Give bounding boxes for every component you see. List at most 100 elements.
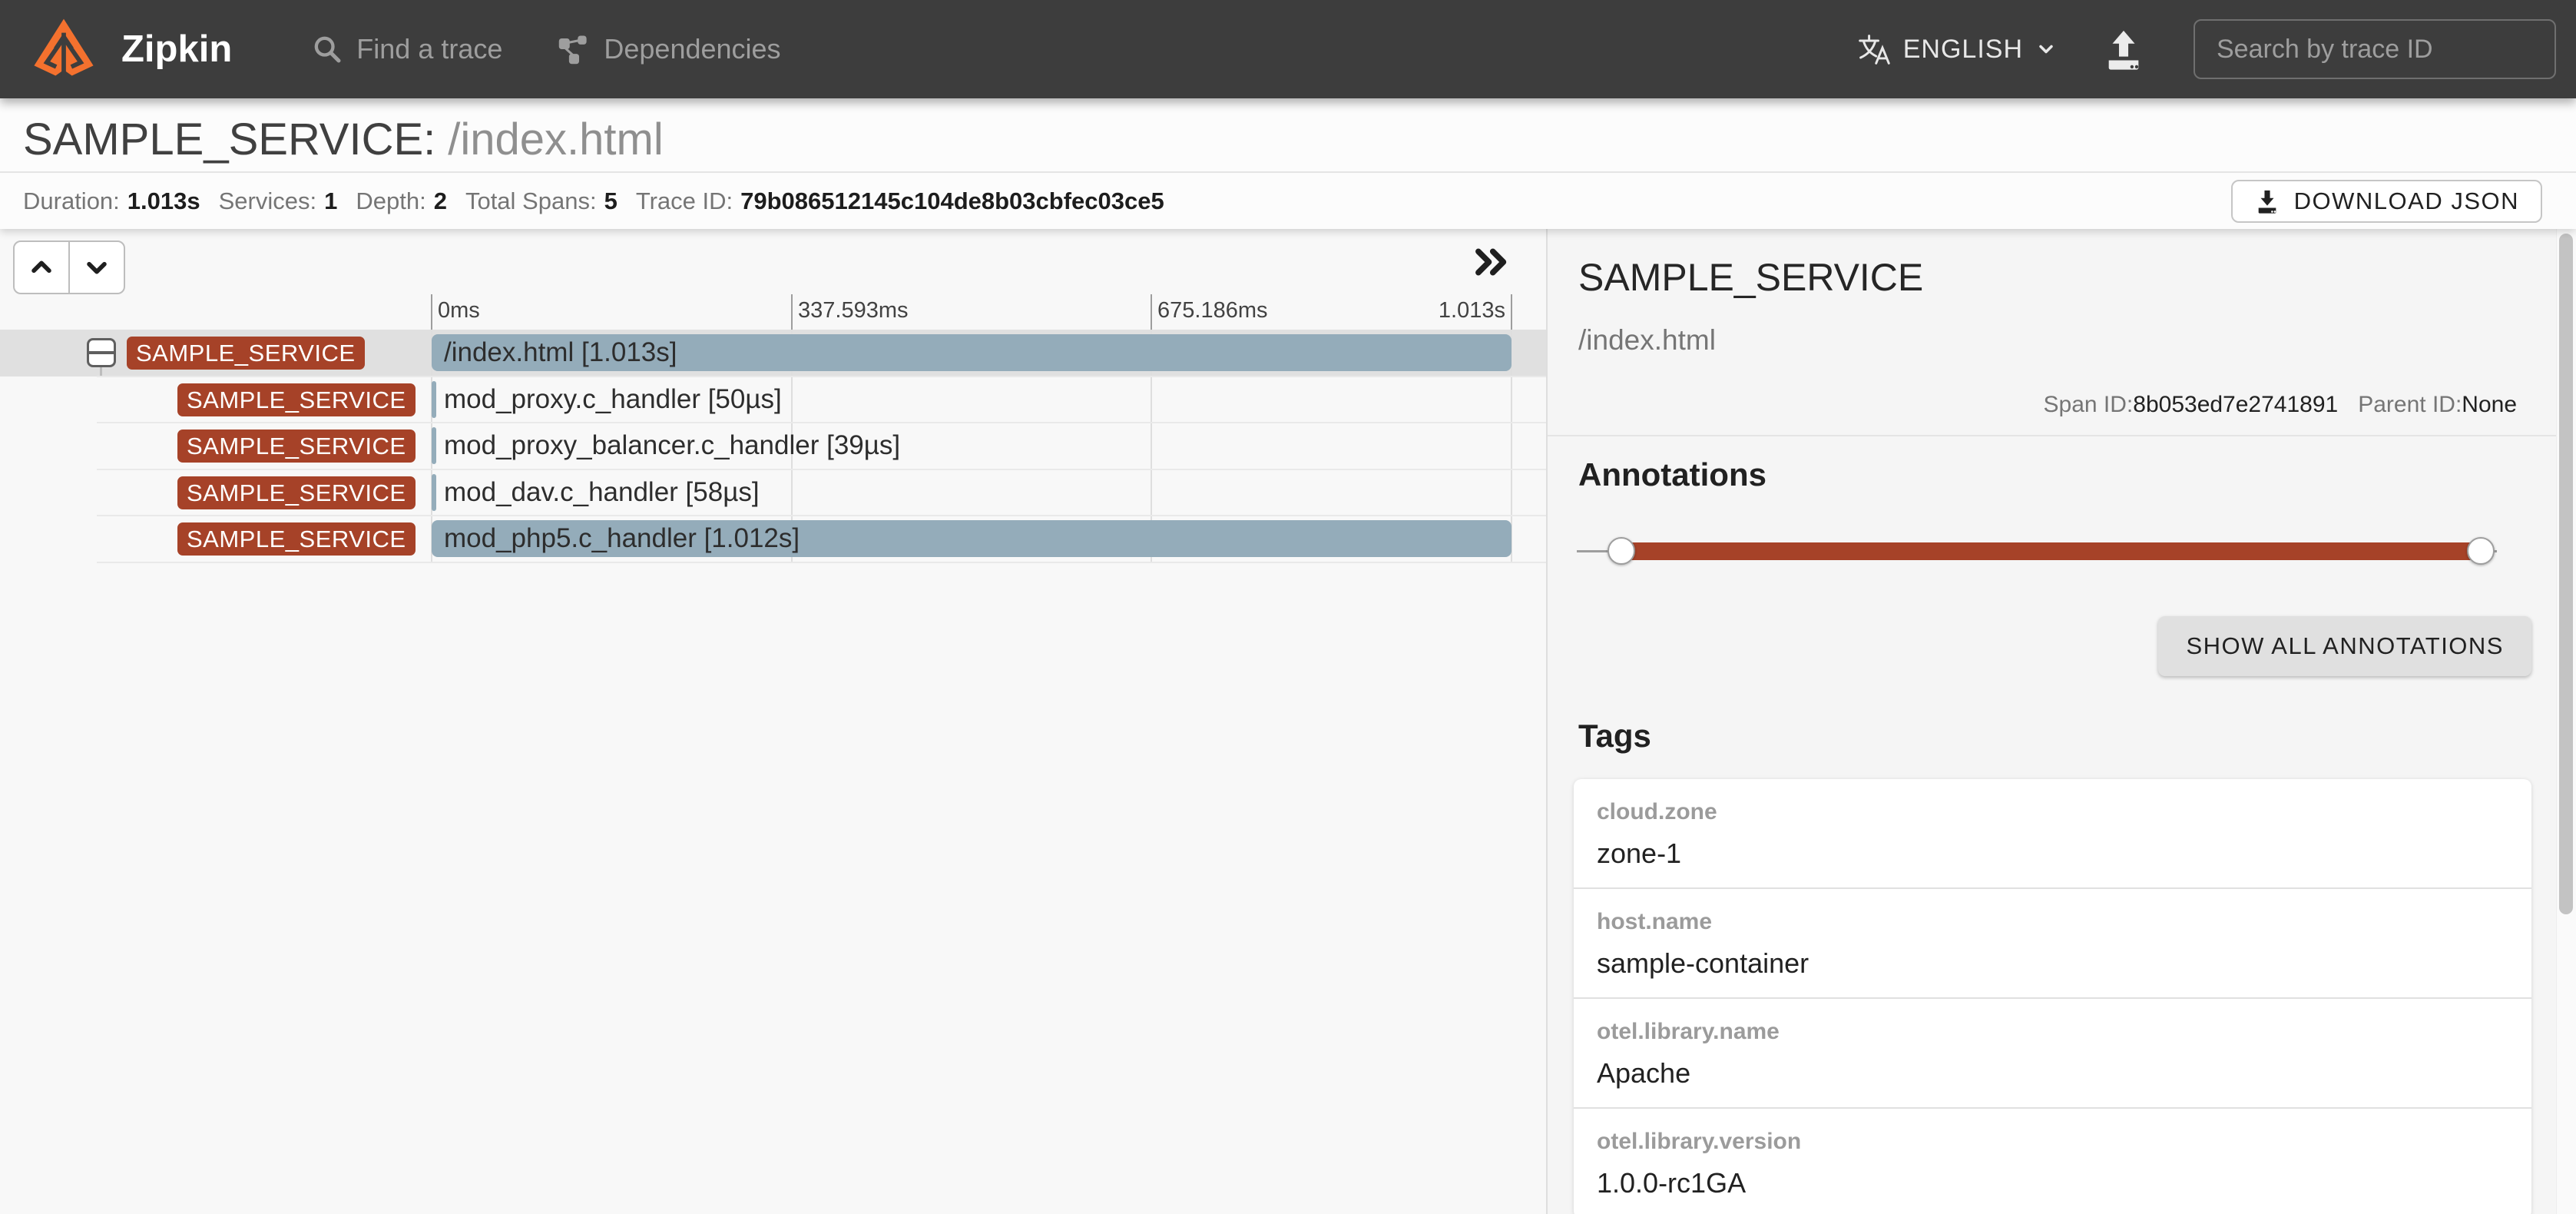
time-tick-mark [431,294,432,330]
double-chevron-right-icon [1473,246,1510,278]
stat-value: 1.013s [127,187,200,215]
service-badge: SAMPLE_SERVICE [127,337,365,370]
language-label: ENGLISH [1903,35,2023,65]
span-row[interactable]: SAMPLE_SERVICE mod_dav.c_handler [58µs] [0,469,1546,516]
nav-dependencies-label: Dependencies [604,33,780,65]
span-duration-bar [432,381,436,418]
span-id-value: 8b053ed7e2741891 [2133,392,2338,417]
trace-id-search-input[interactable] [2194,19,2556,79]
search-icon [312,34,343,65]
tag-key: cloud.zone [1597,799,1717,825]
detail-divider [1548,435,2576,436]
zipkin-logo[interactable] [32,12,95,86]
span-duration-bar [432,427,436,464]
time-axis: 0ms 337.593ms 675.186ms 1.013s [0,229,1546,330]
time-tick-label: 0ms [438,298,480,323]
stat-value: 5 [604,187,618,215]
detail-service-name: SAMPLE_SERVICE [1578,255,1923,300]
slider-range-bar[interactable] [1621,542,2481,560]
slider-handle-right[interactable] [2467,537,2495,565]
tag-value: sample-container [1597,947,1809,980]
tag-key: otel.library.name [1597,1019,1780,1045]
stat-label: Total Spans: [465,187,597,215]
service-badge: SAMPLE_SERVICE [177,522,416,556]
download-icon [2254,188,2280,214]
row-divider [97,376,1546,377]
detail-scrollbar[interactable] [2556,229,2576,1214]
detail-span-name: /index.html [1578,324,1716,357]
nav-find-a-trace-label: Find a trace [356,33,502,65]
translate-icon [1857,32,1891,66]
expand-detail-button[interactable] [1473,246,1510,280]
service-badge: SAMPLE_SERVICE [177,383,416,416]
zipkin-app: Zipkin Find a trace Dependencies [0,0,2576,1214]
trace-stats: Duration:1.013sServices:1Depth:2Total Sp… [23,187,1183,215]
stat-value: 1 [324,187,337,215]
span-label: mod_php5.c_handler [1.012s] [444,516,800,562]
brand-title[interactable]: Zipkin [121,28,232,71]
tag-row: host.name sample-container [1574,889,2531,999]
nav-find-a-trace[interactable]: Find a trace [312,33,502,65]
parent-id-value: None [2462,392,2517,417]
tag-key: host.name [1597,909,1712,935]
span-label: mod_proxy.c_handler [50µs] [444,376,782,423]
span-row[interactable]: SAMPLE_SERVICE/index.html [1.013s] [0,330,1546,376]
span-id-label: Span ID: [2044,392,2134,417]
stat-label: Services: [219,187,316,215]
nav-dependencies[interactable]: Dependencies [558,33,780,65]
time-tick-label: 1.013s [1439,298,1505,323]
parent-id-label: Parent ID: [2358,392,2462,417]
annotations-title: Annotations [1578,456,1766,493]
chevron-down-icon [84,254,110,280]
chevron-down-icon [2035,38,2057,60]
next-span-button[interactable] [68,240,125,294]
time-tick-mark [791,294,793,330]
tag-value: zone-1 [1597,838,1681,870]
service-badge: SAMPLE_SERVICE [177,430,416,463]
show-all-annotations-button[interactable]: SHOW ALL ANNOTATIONS [2158,616,2531,676]
span-ids: Span ID:8b053ed7e2741891 Parent ID:None [2044,392,2517,418]
trace-timeline-panel: 0ms 337.593ms 675.186ms 1.013s SAMPLE_SERVI… [0,229,1546,1214]
stat-label: Depth: [356,187,425,215]
stat-label: Trace ID: [636,187,733,215]
span-label: mod_dav.c_handler [58µs] [444,469,760,516]
service-badge: SAMPLE_SERVICE [177,476,416,509]
tags-title: Tags [1578,718,1651,755]
language-selector[interactable]: ENGLISH [1857,32,2057,66]
dependencies-icon [558,33,590,65]
slider-handle-left[interactable] [1608,537,1635,565]
title-service: SAMPLE_SERVICE [23,114,423,164]
span-row[interactable]: SAMPLE_SERVICEmod_proxy_balancer.c_handl… [0,423,1546,469]
tag-key: otel.library.version [1597,1129,1801,1155]
time-tick-label: 337.593ms [798,298,909,323]
scrollbar-thumb[interactable] [2559,234,2573,914]
navbar: Zipkin Find a trace Dependencies [0,0,2576,98]
tag-row: otel.library.name Apache [1574,999,2531,1109]
span-label: /index.html [1.013s] [444,330,677,376]
span-duration-bar [432,474,436,511]
row-divider [97,562,1546,563]
time-tick-label: 675.186ms [1157,298,1268,323]
span-rows: SAMPLE_SERVICE/index.html [1.013s]SAMPLE… [0,330,1546,562]
stat-value: 79b086512145c104de8b03cbfec03ce5 [740,187,1164,215]
trace-header: SAMPLE_SERVICE:/index.html Duration:1.01… [0,98,2576,229]
tag-value: 1.0.0-rc1GA [1597,1167,1746,1199]
chevron-up-icon [28,254,55,280]
tags-card: cloud.zone zone-1 host.name sample-containe… [1574,779,2531,1214]
time-tick-mark [1511,294,1512,330]
tag-row: cloud.zone zone-1 [1574,779,2531,889]
span-detail-panel: SAMPLE_SERVICE /index.html Span ID:8b053… [1546,229,2576,1214]
tag-value: Apache [1597,1057,1690,1090]
span-nav-buttons [13,240,125,294]
stat-value: 2 [434,187,447,215]
span-row[interactable]: SAMPLE_SERVICE mod_php5.c_handler [1.012s… [0,516,1546,562]
upload-button[interactable] [2101,27,2146,71]
download-json-button[interactable]: DOWNLOAD JSON [2231,180,2542,223]
collapse-toggle[interactable] [87,338,116,367]
span-row[interactable]: SAMPLE_SERVICE mod_proxy.c_handler [50µs] [0,376,1546,423]
tag-row: otel.library.version 1.0.0-rc1GA [1574,1109,2531,1214]
row-divider [97,515,1546,516]
prev-span-button[interactable] [13,240,70,294]
download-json-label: DOWNLOAD JSON [2294,187,2519,215]
page-title: SAMPLE_SERVICE:/index.html [0,98,2576,171]
